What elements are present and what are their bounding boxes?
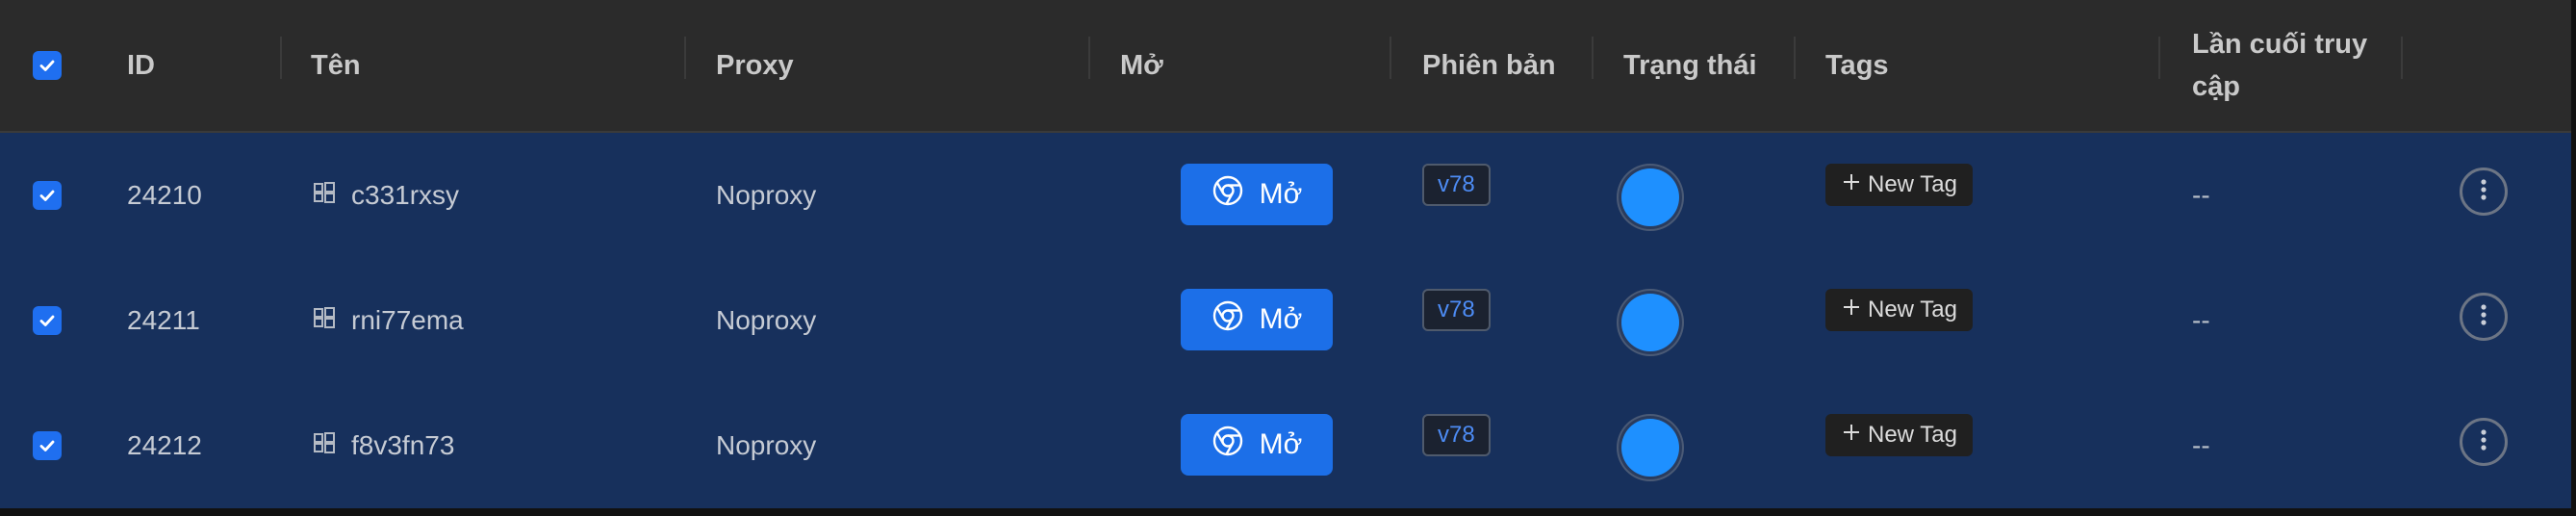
row-id: 24210 — [127, 180, 202, 210]
column-divider[interactable] — [2158, 37, 2160, 79]
column-header-version[interactable]: Phiên bản — [1422, 0, 1556, 131]
plus-icon — [1841, 297, 1862, 324]
last-access-label-line2: cập — [2192, 71, 2240, 102]
row-select-checkbox[interactable] — [33, 258, 62, 383]
row-select-checkbox[interactable] — [33, 133, 62, 258]
checkbox-checked-icon — [33, 306, 62, 335]
more-vertical-icon — [2480, 303, 2487, 331]
row-actions-button[interactable] — [2460, 168, 2508, 216]
column-divider[interactable] — [280, 37, 282, 79]
windows-icon — [313, 430, 336, 461]
column-divider[interactable] — [1794, 37, 1796, 79]
new-tag-button[interactable]: New Tag — [1825, 289, 1973, 331]
column-header-open[interactable]: Mở — [1120, 0, 1163, 131]
column-header-name[interactable]: Tên — [311, 0, 361, 131]
row-name: c331rxsy — [313, 133, 459, 258]
column-header-tags[interactable]: Tags — [1825, 0, 1889, 131]
column-header-id[interactable]: ID — [127, 0, 155, 131]
last-access-value: -- — [2192, 180, 2210, 210]
chrome-icon — [1211, 299, 1244, 340]
status-indicator — [1621, 419, 1679, 477]
last-access-value: -- — [2192, 430, 2210, 460]
table-row[interactable]: 24212 f8v3fn73 Noproxy Mở v78 New Tag -- — [0, 383, 2571, 510]
column-header-last-access[interactable]: Lần cuối truy cập — [2192, 0, 2367, 131]
last-access-value: -- — [2192, 305, 2210, 335]
open-button-label: Mở — [1259, 303, 1303, 335]
windows-icon — [313, 180, 336, 211]
column-divider[interactable] — [1088, 37, 1090, 79]
new-tag-button[interactable]: New Tag — [1825, 414, 1973, 456]
new-tag-button[interactable]: New Tag — [1825, 164, 1973, 206]
profiles-table: ID Tên Proxy Mở Phiên bản Trạng thái Tag… — [0, 0, 2571, 510]
windows-icon — [313, 305, 336, 336]
vertical-scrollbar-track[interactable] — [2571, 0, 2576, 516]
row-proxy: Noproxy — [716, 180, 817, 210]
new-tag-label: New Tag — [1868, 297, 1957, 322]
open-browser-button[interactable]: Mở — [1181, 164, 1333, 225]
chrome-icon — [1211, 174, 1244, 215]
row-proxy: Noproxy — [716, 305, 817, 335]
row-select-checkbox[interactable] — [33, 383, 62, 508]
open-button-label: Mở — [1259, 428, 1303, 460]
row-actions-button[interactable] — [2460, 293, 2508, 341]
last-access-label-line1: Lần cuối truy — [2192, 29, 2368, 60]
plus-icon — [1841, 171, 1862, 199]
column-header-status[interactable]: Trạng thái — [1623, 0, 1757, 131]
row-name: rni77ema — [313, 258, 464, 383]
new-tag-label: New Tag — [1868, 422, 1957, 448]
open-browser-button[interactable]: Mở — [1181, 289, 1333, 350]
version-badge: v78 — [1422, 164, 1491, 206]
row-actions-button[interactable] — [2460, 418, 2508, 466]
row-id: 24212 — [127, 430, 202, 460]
plus-icon — [1841, 422, 1862, 450]
table-header: ID Tên Proxy Mở Phiên bản Trạng thái Tag… — [0, 0, 2571, 133]
version-badge: v78 — [1422, 289, 1491, 331]
bottom-edge — [0, 508, 2576, 516]
row-proxy: Noproxy — [716, 430, 817, 460]
table-row[interactable]: 24210 c331rxsy Noproxy Mở v78 New Tag -- — [0, 133, 2571, 260]
checkbox-checked-icon — [33, 431, 62, 460]
profile-name: rni77ema — [351, 305, 464, 335]
status-indicator — [1621, 168, 1679, 226]
column-divider[interactable] — [684, 37, 686, 79]
select-all-checkbox[interactable] — [33, 0, 62, 131]
checkbox-checked-icon — [33, 181, 62, 210]
row-name: f8v3fn73 — [313, 383, 454, 508]
open-button-label: Mở — [1259, 178, 1303, 210]
checkbox-checked-icon — [33, 51, 62, 80]
status-indicator — [1621, 294, 1679, 351]
profile-name: c331rxsy — [351, 180, 460, 210]
row-id: 24211 — [127, 305, 200, 335]
table-row[interactable]: 24211 rni77ema Noproxy Mở v78 New Tag -- — [0, 258, 2571, 385]
more-vertical-icon — [2480, 178, 2487, 206]
new-tag-label: New Tag — [1868, 171, 1957, 197]
chrome-icon — [1211, 425, 1244, 465]
column-header-proxy[interactable]: Proxy — [716, 0, 794, 131]
column-divider[interactable] — [1592, 37, 1594, 79]
profile-name: f8v3fn73 — [351, 430, 455, 460]
more-vertical-icon — [2480, 428, 2487, 456]
column-divider[interactable] — [1390, 37, 1391, 79]
open-browser-button[interactable]: Mở — [1181, 414, 1333, 476]
column-divider[interactable] — [2401, 37, 2403, 79]
version-badge: v78 — [1422, 414, 1491, 456]
